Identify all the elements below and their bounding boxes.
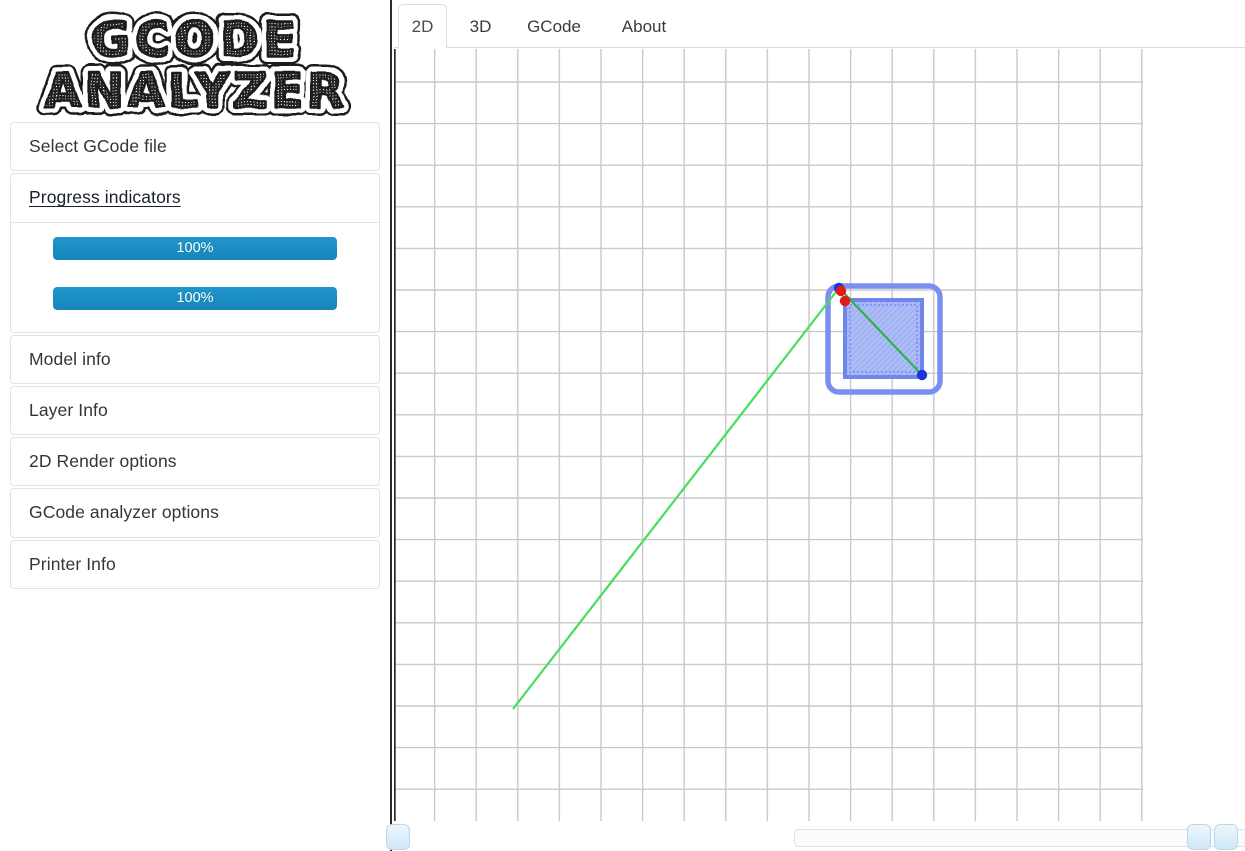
part-infill xyxy=(845,300,922,377)
sidebar-item-label-progress-indicators[interactable]: Progress indicators xyxy=(11,174,379,221)
viewport-grid xyxy=(394,49,1143,821)
sidebar-item-label-gcode-analyzer-options[interactable]: GCode analyzer options xyxy=(11,489,379,536)
sidebar-item-label-layer-info[interactable]: Layer Info xyxy=(11,387,379,434)
sidebar-item-label-select-gcode-file[interactable]: Select GCode file xyxy=(11,123,379,170)
horizontal-slider-track[interactable] xyxy=(794,829,1245,847)
progress-bar-2-track: 100% xyxy=(53,286,337,310)
sidebar: GCODE GCODE GCODE ANALYZER ANALYZER ANAL… xyxy=(0,0,392,851)
horizontal-slider-handle-left[interactable] xyxy=(386,824,410,850)
nozzle-marker-1 xyxy=(835,285,847,297)
panel-2d-render-options[interactable]: 2D Render options xyxy=(10,437,380,487)
nozzle-marker-2 xyxy=(839,295,851,307)
progress-bar-1-fill: 100% xyxy=(53,236,337,260)
tab-gcode[interactable]: GCode xyxy=(514,4,594,49)
gcode-model-render xyxy=(512,282,943,710)
app-logo: GCODE GCODE GCODE ANALYZER ANALYZER ANAL… xyxy=(0,0,392,122)
progress-indicators-body: 100% 100% xyxy=(11,223,379,332)
sidebar-item-label-model-info[interactable]: Model info xyxy=(11,336,379,383)
tab-3d[interactable]: 3D xyxy=(456,4,505,49)
sidebar-item-label-printer-info[interactable]: Printer Info xyxy=(11,541,379,588)
gcode-2d-canvas[interactable] xyxy=(394,49,1245,821)
panel-layer-info[interactable]: Layer Info xyxy=(10,385,380,435)
gcode-analyzer-logo-icon: GCODE GCODE GCODE ANALYZER ANALYZER ANAL… xyxy=(36,8,352,120)
gcode-2d-viewport[interactable] xyxy=(394,49,1245,821)
panel-printer-info[interactable]: Printer Info xyxy=(10,539,380,589)
tab-bar: 2D 3D GCode About xyxy=(394,0,1245,49)
main-content: 2D 3D GCode About xyxy=(394,0,1245,851)
panel-gcode-analyzer-options[interactable]: GCode analyzer options xyxy=(10,488,380,538)
horizontal-slider-handle-right[interactable] xyxy=(1187,824,1211,850)
gcode-analyzer-app: GCODE GCODE GCODE ANALYZER ANALYZER ANAL… xyxy=(0,0,1245,851)
end-marker xyxy=(916,369,928,381)
tab-2d[interactable]: 2D xyxy=(398,4,447,49)
tab-about[interactable]: About xyxy=(604,4,684,49)
progress-bar-2-fill: 100% xyxy=(53,286,337,310)
panel-select-gcode-file[interactable]: Select GCode file xyxy=(10,122,380,172)
sidebar-item-label-2d-render-options[interactable]: 2D Render options xyxy=(11,438,379,485)
svg-text:ANALYZER: ANALYZER xyxy=(44,64,347,119)
svg-text:GCODE: GCODE xyxy=(91,13,300,68)
panel-progress-indicators: Progress indicators 100% 100% xyxy=(10,173,380,333)
panel-model-info[interactable]: Model info xyxy=(10,334,380,384)
progress-bar-1-track: 100% xyxy=(53,236,337,260)
vertical-slider-handle[interactable] xyxy=(1214,824,1238,850)
